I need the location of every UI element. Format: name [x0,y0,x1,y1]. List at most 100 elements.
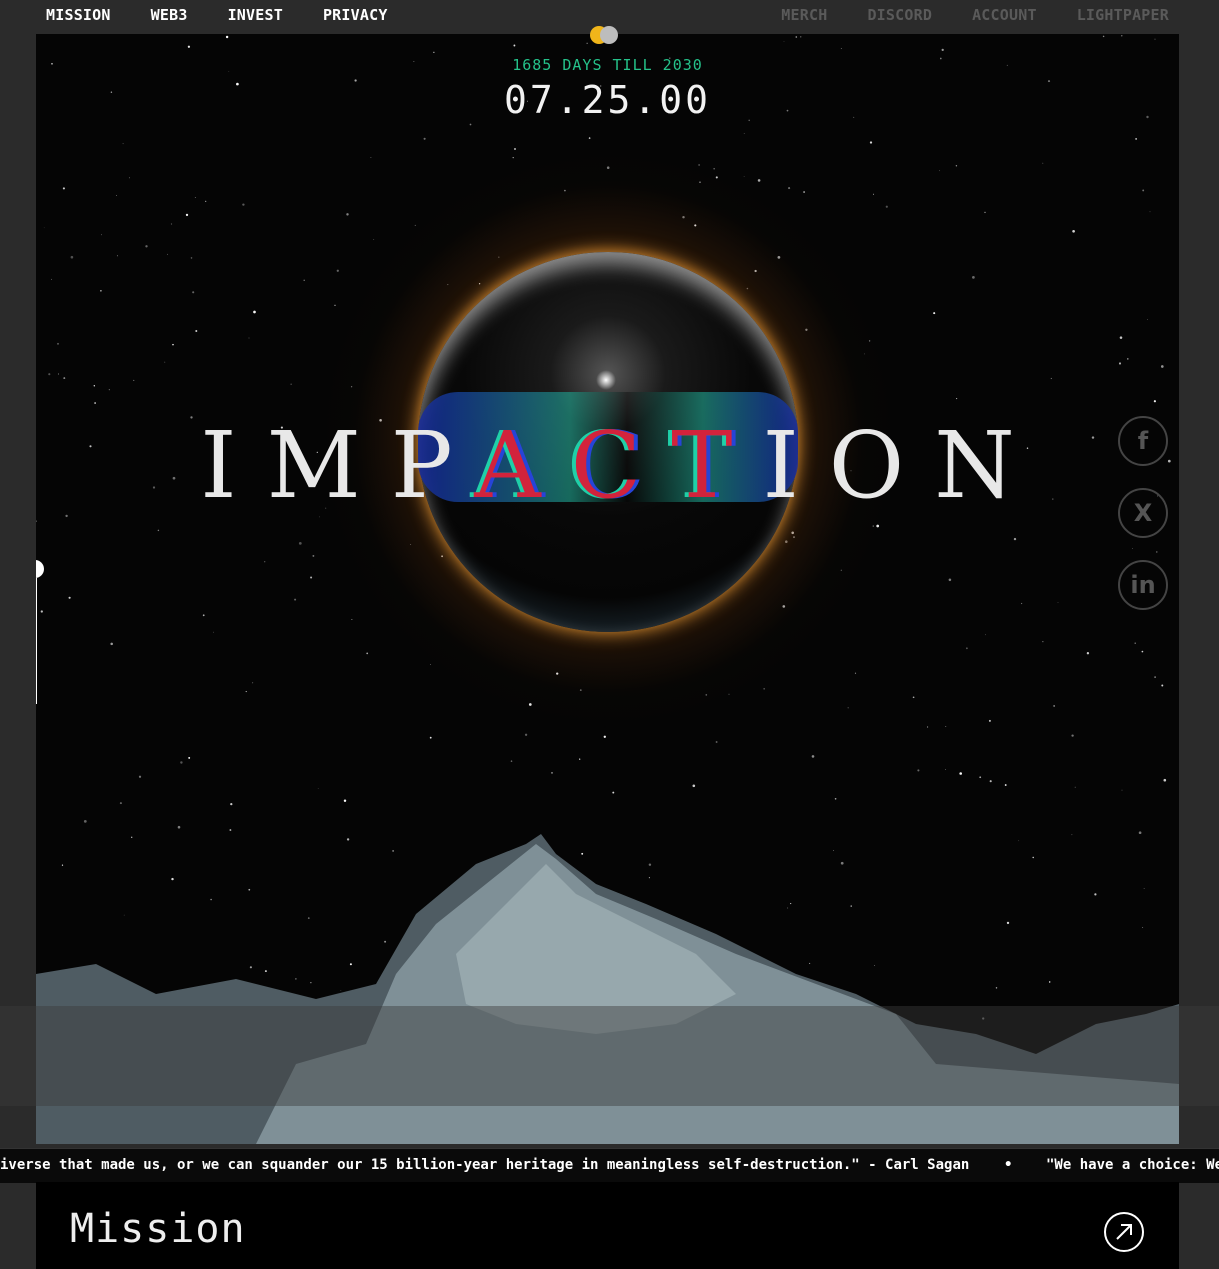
countdown-time: 07.25.00 [503,78,712,122]
star [145,245,148,248]
star [847,707,849,709]
star [100,289,102,292]
star [62,187,65,190]
star [524,733,528,736]
star [811,755,815,758]
star [945,769,947,770]
star [588,137,591,139]
star [612,791,615,794]
star [1071,734,1074,737]
nav-merch[interactable]: MERCH [781,6,827,24]
star [351,618,353,620]
star [956,398,958,400]
nav-web3[interactable]: WEB3 [151,6,188,24]
star [1053,705,1055,707]
star [63,377,66,380]
nav-invest[interactable]: INVEST [228,6,283,24]
star [989,780,992,783]
star [1118,362,1122,365]
toggle-dot-grey [600,26,618,44]
star [1160,365,1164,368]
star [1072,229,1075,233]
star [202,614,205,617]
star [346,213,349,216]
star [373,239,375,240]
nav-lightpaper[interactable]: LIGHTPAPER [1077,6,1169,24]
star [128,177,130,179]
star [1121,789,1123,791]
star [715,741,718,743]
star [1086,652,1090,655]
star [972,276,975,279]
star [945,726,947,727]
star [1121,35,1123,37]
star [423,137,426,140]
star [885,205,888,208]
star [1127,358,1129,360]
star [1163,778,1167,782]
star [933,312,936,315]
star [164,361,166,363]
star [138,775,142,778]
star [788,187,791,190]
star [133,379,135,381]
star [43,227,45,229]
star [157,529,160,532]
star [253,310,256,314]
star [1153,400,1156,403]
star [912,696,915,699]
star [757,179,761,182]
star [917,769,920,772]
nav-discord[interactable]: DISCORD [867,6,932,24]
star [36,520,37,522]
star [1161,684,1164,687]
star [979,776,982,779]
facebook-icon[interactable]: f [1118,416,1168,466]
hero-section: 1685 DAYS TILL 2030 07.25.00 IMPACTION f… [36,34,1179,1144]
star [429,736,432,739]
theme-toggle[interactable] [590,26,626,44]
star [1141,650,1144,653]
star [190,257,193,259]
star [57,342,59,345]
star [205,200,207,202]
star [194,196,196,198]
star [959,772,963,775]
star [303,279,305,282]
star [188,756,191,759]
star [1142,189,1145,192]
star [248,337,250,339]
linkedin-icon[interactable]: in [1118,560,1168,610]
star [122,143,124,145]
social-links: f X in [1118,416,1168,632]
star [213,631,215,633]
star [1149,211,1151,213]
star [192,291,195,294]
star [1020,602,1023,605]
star [334,304,336,306]
star [101,234,102,236]
star [800,36,802,38]
star [1057,602,1059,603]
mission-section: Mission [36,1182,1179,1269]
star [834,797,837,800]
star [603,735,606,738]
nav-mission[interactable]: MISSION [46,6,111,24]
star [514,148,516,150]
star [512,157,514,159]
star [225,35,229,39]
star [310,576,313,579]
arrow-up-right-icon[interactable] [1104,1212,1144,1252]
ticker-text: iverse that made us, or we can squander … [0,1157,970,1173]
star [170,223,173,225]
quote-ticker: iverse that made us, or we can squander … [0,1148,1219,1183]
star [245,691,247,693]
nav-privacy[interactable]: PRIVACY [323,6,388,24]
x-twitter-icon[interactable]: X [1118,488,1168,538]
star [242,203,245,206]
star [298,542,302,545]
star [1154,676,1156,678]
nav-account[interactable]: ACCOUNT [972,6,1037,24]
star [869,141,873,144]
star [1074,786,1076,788]
